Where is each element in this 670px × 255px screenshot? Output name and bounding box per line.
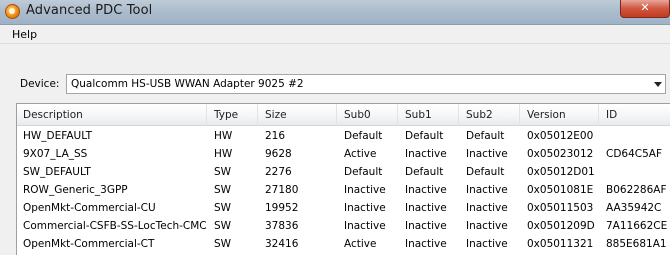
column-header-sub1[interactable]: Sub1 [399,104,459,126]
cell-sub1: Inactive [405,184,447,196]
device-dropdown-value: Qualcomm HS-USB WWAN Adapter 9025 #2 [71,78,304,90]
cell-description: SW_DEFAULT [23,166,91,178]
cell-id [600,127,670,145]
cell-version: 0x05012E00 [527,130,594,142]
cell-sub1: Inactive [405,148,447,160]
column-header-version[interactable]: Version [521,104,599,126]
cell-sub1: Inactive [405,202,447,214]
cell-type: HW [214,148,233,160]
cell-description: Commercial-CSFB-SS-LocTech-CMCC [23,220,207,232]
column-header-size[interactable]: Size [259,104,337,126]
cell-description: OpenMkt-Commercial-CU [23,202,156,214]
config-table: Description Type Size Sub0 Sub1 Sub2 Ver… [16,103,670,255]
cell-id: AA35942C [606,202,662,214]
cell-id: 885E681A1 [606,238,667,250]
cell-description: ROW_Generic_3GPP [23,184,128,196]
cell-size: 216 [265,130,286,142]
cell-type: SW [214,220,232,232]
table-row[interactable]: HW_DEFAULT HW 216 Default Default Defaul… [17,127,670,145]
column-header-description[interactable]: Description [17,104,207,126]
chevron-down-icon[interactable] [654,82,662,87]
column-header-type[interactable]: Type [208,104,258,126]
cell-version: 0x05011321 [527,238,594,250]
table-header: Description Type Size Sub0 Sub1 Sub2 Ver… [17,104,670,126]
cell-type: SW [214,166,232,178]
table-row[interactable]: ROW_Generic_3GPP SW 27180 Inactive Inact… [17,181,670,199]
cell-sub2: Inactive [466,238,508,250]
cell-sub2: Default [466,130,505,142]
cell-sub2: Inactive [466,220,508,232]
cell-version: 0x0501209D [527,220,595,232]
cell-size: 9628 [265,148,292,160]
cell-sub1: Inactive [405,238,447,250]
cell-version: 0x05012D01 [527,166,595,178]
cell-size: 2276 [265,166,292,178]
cell-sub0: Inactive [344,184,386,196]
cell-description: HW_DEFAULT [23,130,93,142]
column-header-id[interactable]: ID [600,104,670,126]
column-header-sub2[interactable]: Sub2 [460,104,520,126]
cell-sub0: Active [344,238,377,250]
cell-size: 32416 [265,238,299,250]
cell-sub2: Inactive [466,184,508,196]
cell-id: B062286AF [606,184,667,196]
cell-id: 7A11662CE [606,220,668,232]
cell-sub0: Inactive [344,220,386,232]
cell-id: CD64C5AF [606,148,663,160]
app-icon [5,4,20,19]
cell-description: OpenMkt-Commercial-CT [23,238,155,250]
cell-version: 0x05023012 [527,148,594,160]
device-dropdown[interactable]: Qualcomm HS-USB WWAN Adapter 9025 #2 [66,74,666,94]
close-button[interactable]: ✕ [620,0,670,18]
table-row[interactable]: OpenMkt-Commercial-CT SW 32416 Active In… [17,235,670,253]
cell-version: 0x0501081E [527,184,594,196]
cell-id [600,163,670,181]
cell-sub2: Inactive [466,202,508,214]
table-row[interactable]: OpenMkt-Commercial-CU SW 19952 Inactive … [17,199,670,217]
cell-sub1: Inactive [405,220,447,232]
cell-sub2: Inactive [466,148,508,160]
column-header-sub0[interactable]: Sub0 [338,104,398,126]
title-bar: Advanced PDC Tool ✕ [0,0,670,25]
device-label: Device: [20,78,60,90]
cell-type: SW [214,202,232,214]
cell-sub1: Default [405,166,444,178]
window-title: Advanced PDC Tool [26,3,153,18]
cell-size: 27180 [265,184,299,196]
cell-type: SW [214,184,232,196]
table-row[interactable]: 9X07_LA_SS HW 9628 Active Inactive Inact… [17,145,670,163]
cell-size: 19952 [265,202,299,214]
cell-sub0: Inactive [344,202,386,214]
cell-type: SW [214,238,232,250]
cell-sub0: Default [344,130,383,142]
cell-sub0: Active [344,148,377,160]
menu-help[interactable]: Help [12,28,37,41]
cell-sub1: Default [405,130,444,142]
cell-description: 9X07_LA_SS [23,148,88,160]
cell-sub0: Default [344,166,383,178]
cell-sub2: Default [466,166,505,178]
cell-size: 37836 [265,220,299,232]
table-row[interactable]: Commercial-CSFB-SS-LocTech-CMCC SW 37836… [17,217,670,235]
table-row[interactable]: SW_DEFAULT SW 2276 Default Default Defau… [17,163,670,181]
cell-type: HW [214,130,233,142]
menu-bar: Help [0,25,670,44]
cell-version: 0x05011503 [527,202,594,214]
